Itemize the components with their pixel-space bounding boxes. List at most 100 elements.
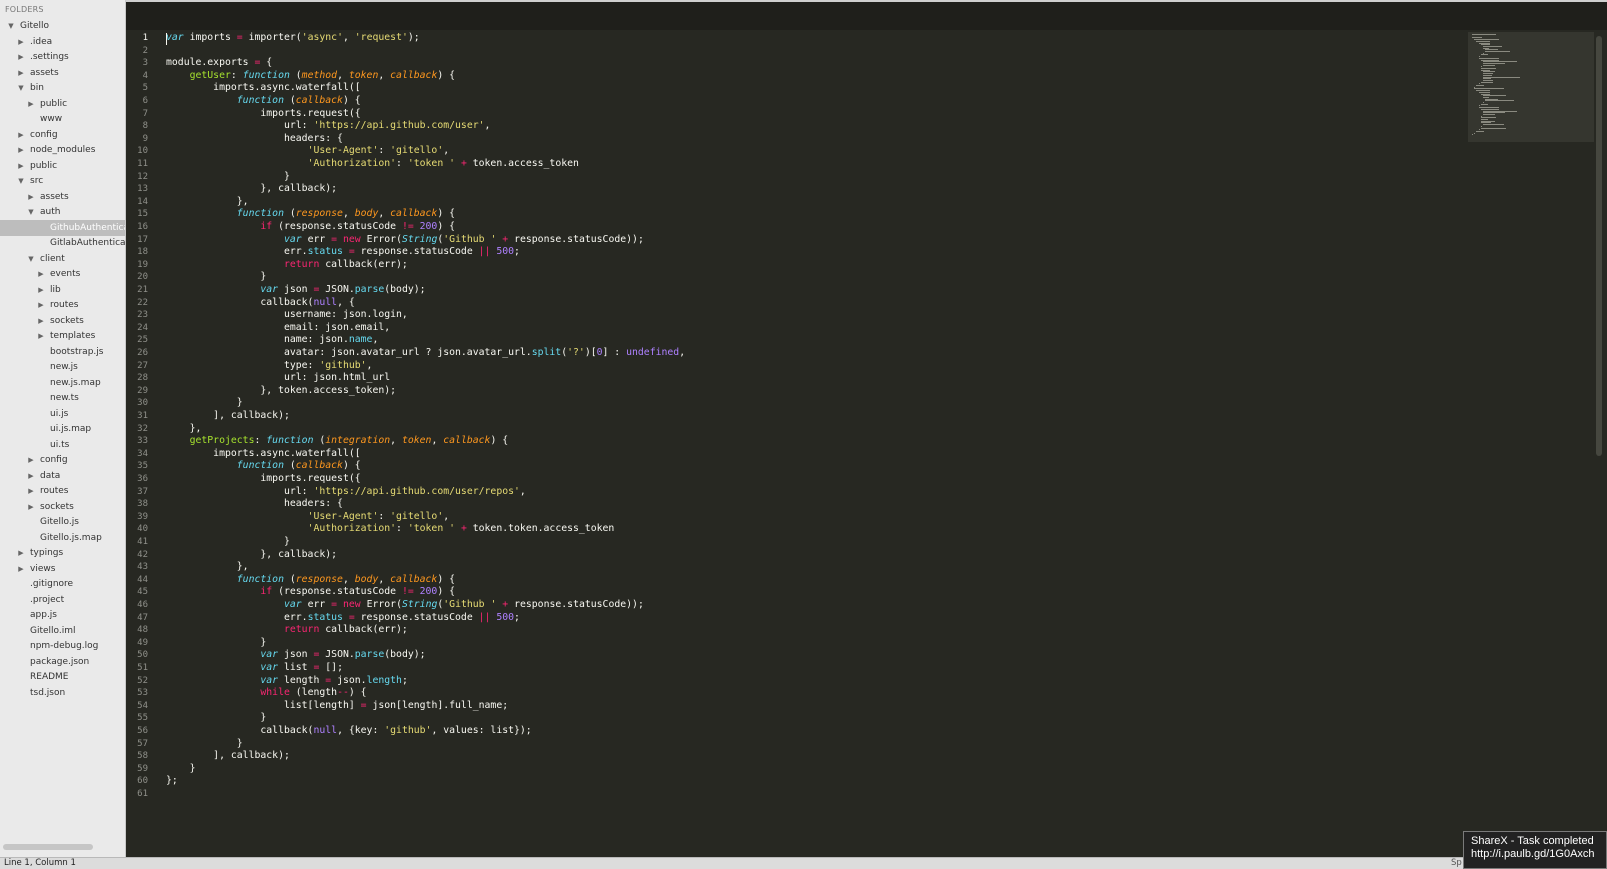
code-line[interactable]: ], callback); <box>166 750 290 763</box>
tree-folder[interactable]: ▶ public <box>0 158 125 174</box>
code-line[interactable]: } <box>166 738 243 751</box>
tree-file[interactable]: tsd.json <box>0 685 125 701</box>
code-line[interactable]: url: 'https://api.github.com/user/repos'… <box>166 486 526 499</box>
tree-file[interactable]: app.js <box>0 607 125 623</box>
sharex-notification[interactable]: ShareX - Task completed http://i.paulb.g… <box>1463 831 1607 869</box>
tree-file[interactable]: new.js <box>0 359 125 375</box>
caret-right-icon[interactable]: ▶ <box>26 96 36 112</box>
code-line[interactable]: list[length] = json[length].full_name; <box>166 700 508 713</box>
tree-file[interactable]: new.js.map <box>0 375 125 391</box>
code-line[interactable]: imports.async.waterfall([ <box>166 448 360 461</box>
caret-right-icon[interactable]: ▶ <box>16 65 26 81</box>
code-line[interactable]: var json = JSON.parse(body); <box>166 649 425 662</box>
code-line[interactable]: err.status = response.statusCode || 500; <box>166 246 520 259</box>
code-line[interactable]: function (response, body, callback) { <box>166 574 455 587</box>
tree-file[interactable]: npm-debug.log <box>0 638 125 654</box>
code-line[interactable]: }; <box>166 775 178 788</box>
caret-right-icon[interactable]: ▶ <box>26 189 36 205</box>
caret-right-icon[interactable]: ▶ <box>16 142 26 158</box>
caret-right-icon[interactable]: ▶ <box>16 49 26 65</box>
code-line[interactable]: } <box>166 397 243 410</box>
tree-folder[interactable]: ▶ views <box>0 561 125 577</box>
code-line[interactable]: email: json.email, <box>166 322 390 335</box>
code-line[interactable]: imports.async.waterfall([ <box>166 82 360 95</box>
tree-folder[interactable]: ▼ auth <box>0 204 125 220</box>
code-line[interactable]: function (callback) { <box>166 460 361 473</box>
tree-file[interactable]: ui.js <box>0 406 125 422</box>
code-line[interactable]: } <box>166 536 290 549</box>
tree-folder[interactable]: ▶ events <box>0 266 125 282</box>
code-line[interactable]: var length = json.length; <box>166 675 407 688</box>
code-line[interactable]: function (callback) { <box>166 95 361 108</box>
caret-right-icon[interactable]: ▶ <box>16 561 26 577</box>
tree-folder[interactable]: ▶ routes <box>0 483 125 499</box>
caret-right-icon[interactable]: ▶ <box>36 313 46 329</box>
tree-folder[interactable]: ▶ sockets <box>0 499 125 515</box>
code-line[interactable]: return callback(err); <box>166 624 408 637</box>
caret-right-icon[interactable]: ▶ <box>36 328 46 344</box>
tree-folder[interactable]: ▶ .idea <box>0 34 125 50</box>
code-line[interactable]: } <box>166 712 266 725</box>
tree-folder[interactable]: ▶ config <box>0 452 125 468</box>
notification-url[interactable]: http://i.paulb.gd/1G0Axch <box>1471 848 1606 861</box>
tree-file[interactable]: package.json <box>0 654 125 670</box>
caret-right-icon[interactable]: ▶ <box>36 297 46 313</box>
code-line[interactable]: 'Authorization': 'token ' + token.access… <box>166 158 579 171</box>
code-line[interactable]: 'User-Agent': 'gitello', <box>166 145 450 158</box>
code-line[interactable]: var imports = importer('async', 'request… <box>166 32 420 45</box>
code-line[interactable]: imports.request({ <box>166 473 360 486</box>
code-line[interactable]: username: json.login, <box>166 309 408 322</box>
code-line[interactable]: headers: { <box>166 498 343 511</box>
tree-file[interactable]: GitlabAuthentica <box>0 235 125 251</box>
tree-folder[interactable]: ▼ Gitello <box>0 18 125 34</box>
tree-folder[interactable]: ▼ bin <box>0 80 125 96</box>
tree-folder[interactable]: ▶ data <box>0 468 125 484</box>
code-line[interactable]: headers: { <box>166 133 343 146</box>
code-line[interactable]: } <box>166 171 290 184</box>
minimap[interactable] <box>1468 32 1594 142</box>
tree-folder[interactable]: ▶ routes <box>0 297 125 313</box>
editor-scrollbar[interactable] <box>1596 36 1602 456</box>
caret-right-icon[interactable]: ▶ <box>16 127 26 143</box>
code-line[interactable]: avatar: json.avatar_url ? json.avatar_ur… <box>166 347 685 360</box>
code-line[interactable]: type: 'github', <box>166 360 373 373</box>
tree-file[interactable]: www <box>0 111 125 127</box>
code-line[interactable]: getProjects: function (integration, toke… <box>166 435 509 448</box>
tree-folder[interactable]: ▶ assets <box>0 65 125 81</box>
code-line[interactable]: } <box>166 637 266 650</box>
code-line[interactable]: err.status = response.statusCode || 500; <box>166 612 520 625</box>
caret-right-icon[interactable]: ▶ <box>26 499 36 515</box>
code-line[interactable]: if (response.statusCode != 200) { <box>166 586 455 599</box>
tree-file[interactable]: README <box>0 669 125 685</box>
tree-folder[interactable]: ▶ sockets <box>0 313 125 329</box>
tree-file[interactable]: bootstrap.js <box>0 344 125 360</box>
code-line[interactable]: callback(null, {key: 'github', values: l… <box>166 725 531 738</box>
code-line[interactable]: var json = JSON.parse(body); <box>166 284 425 297</box>
sidebar-scrollbar[interactable] <box>3 844 93 850</box>
code-line[interactable]: url: 'https://api.github.com/user', <box>166 120 490 133</box>
code-line[interactable]: return callback(err); <box>166 259 408 272</box>
code-line[interactable]: }, callback); <box>166 183 337 196</box>
code-line[interactable]: }, <box>166 423 202 436</box>
caret-right-icon[interactable]: ▶ <box>26 483 36 499</box>
tree-folder[interactable]: ▼ src <box>0 173 125 189</box>
caret-right-icon[interactable]: ▶ <box>36 282 46 298</box>
tree-file[interactable]: ui.ts <box>0 437 125 453</box>
caret-right-icon[interactable]: ▶ <box>16 545 26 561</box>
code-line[interactable]: name: json.name, <box>166 334 378 347</box>
code-line[interactable]: 'User-Agent': 'gitello', <box>166 511 450 524</box>
code-line[interactable]: module.exports = { <box>166 57 272 70</box>
code-line[interactable]: }, token.access_token); <box>166 385 396 398</box>
code-editor[interactable]: 1 2 3 4 5 6 7 8 9 10 11 12 13 14 15 16 17 18 19 20 21 22 23 24 2… <box>126 30 1594 857</box>
tree-folder[interactable]: ▶ node_modules <box>0 142 125 158</box>
indentation-status[interactable]: Sp <box>1451 858 1462 869</box>
code-line[interactable]: var err = new Error(String('Github ' + r… <box>166 599 644 612</box>
tree-folder[interactable]: ▶ typings <box>0 545 125 561</box>
code-line[interactable]: }, callback); <box>166 549 337 562</box>
caret-down-icon[interactable]: ▼ <box>26 204 36 220</box>
caret-down-icon[interactable]: ▼ <box>6 18 16 34</box>
tree-file[interactable]: GithubAuthentica <box>0 219 125 236</box>
caret-right-icon[interactable]: ▶ <box>26 468 36 484</box>
caret-right-icon[interactable]: ▶ <box>36 266 46 282</box>
code-line[interactable]: callback(null, { <box>166 297 354 310</box>
